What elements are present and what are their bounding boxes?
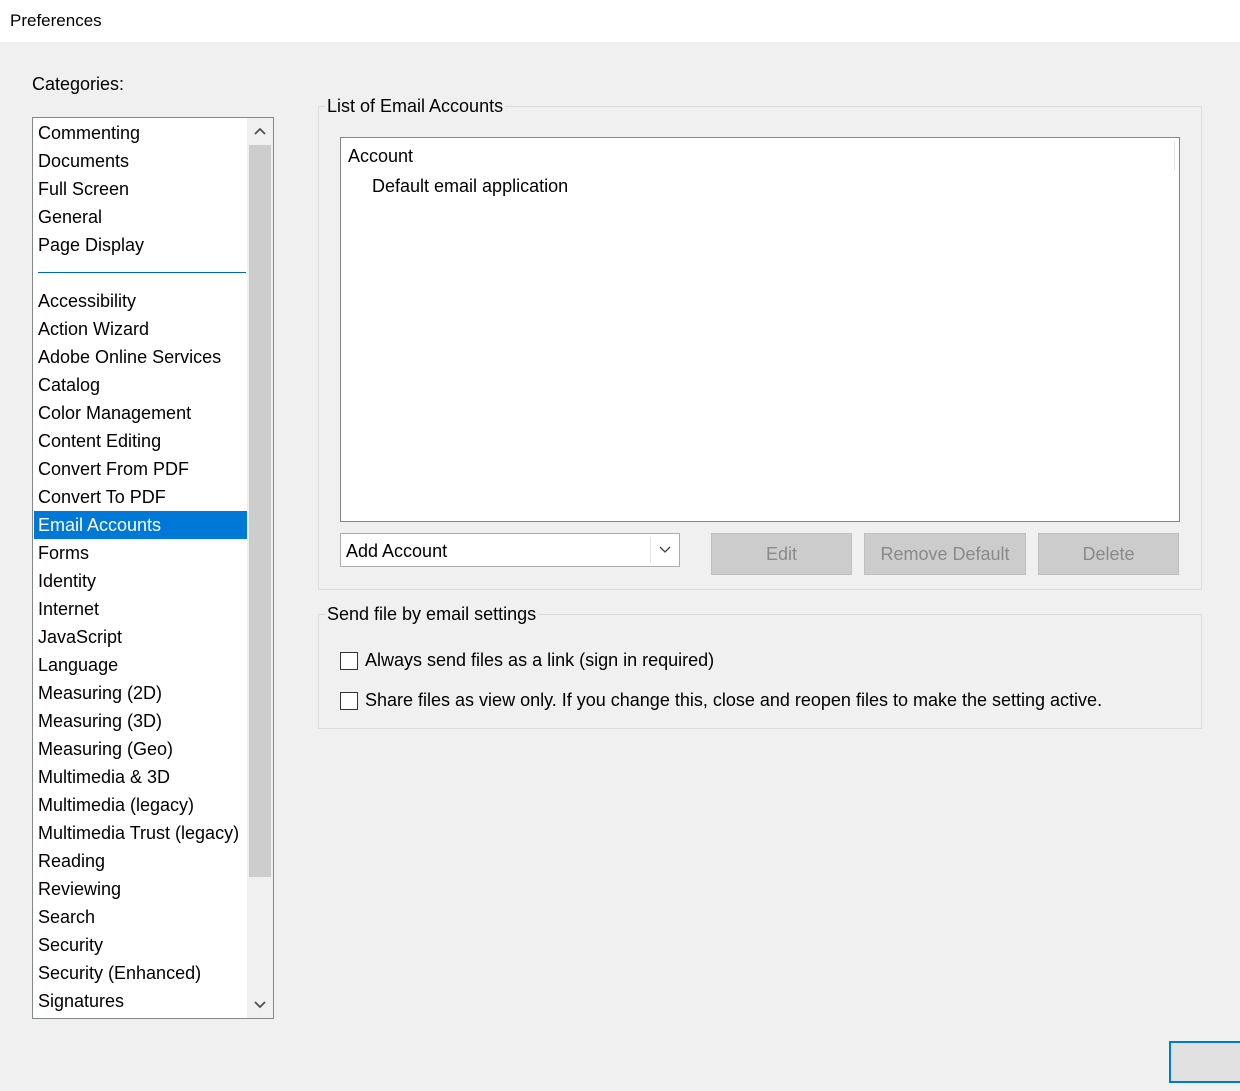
title-bar: Preferences	[0, 0, 1240, 42]
add-account-value: Add Account	[346, 541, 448, 561]
account-column-header[interactable]: Account	[348, 146, 413, 167]
send-settings-group	[318, 614, 1202, 729]
category-item[interactable]: Search	[34, 903, 249, 931]
category-item[interactable]: Commenting	[34, 119, 249, 147]
category-item[interactable]: Measuring (Geo)	[34, 735, 249, 763]
category-item[interactable]: Multimedia (legacy)	[34, 791, 249, 819]
view-only-checkbox[interactable]	[340, 691, 358, 710]
edit-button[interactable]: Edit	[711, 533, 852, 575]
categories-items: Commenting Documents Full Screen General Pag…	[34, 119, 249, 1015]
category-item[interactable]: Measuring (3D)	[34, 707, 249, 735]
always-link-checkbox[interactable]	[340, 651, 358, 670]
delete-button[interactable]: Delete	[1038, 533, 1179, 575]
view-only-label: Share files as view only. If you change …	[365, 690, 1103, 710]
category-item[interactable]: Email Accounts	[34, 511, 249, 539]
scroll-up-icon[interactable]	[247, 118, 273, 144]
always-link-label: Always send files as a link (sign in req…	[365, 650, 715, 670]
category-item[interactable]: Full Screen	[34, 175, 249, 203]
send-settings-group-title: Send file by email settings	[325, 604, 539, 625]
category-separator	[34, 259, 249, 287]
categories-list[interactable]: Commenting Documents Full Screen General Pag…	[32, 117, 274, 1019]
category-item[interactable]: Multimedia Trust (legacy)	[34, 819, 249, 847]
categories-scrollbar[interactable]	[247, 118, 273, 1018]
category-item[interactable]: Internet	[34, 595, 249, 623]
category-item[interactable]: General	[34, 203, 249, 231]
category-item[interactable]: Convert From PDF	[34, 455, 249, 483]
category-item[interactable]: Accessibility	[34, 287, 249, 315]
category-item[interactable]: Identity	[34, 567, 249, 595]
category-item[interactable]: Security	[34, 931, 249, 959]
category-item[interactable]: Documents	[34, 147, 249, 175]
category-item[interactable]: Security (Enhanced)	[34, 959, 249, 987]
category-item[interactable]: JavaScript	[34, 623, 249, 651]
remove-default-button[interactable]: Remove Default	[864, 533, 1026, 575]
category-item[interactable]: Signatures	[34, 987, 249, 1015]
account-row[interactable]: Default email application	[372, 176, 568, 197]
category-item[interactable]: Action Wizard	[34, 315, 249, 343]
view-only-option[interactable]: Share files as view only. If you change …	[340, 690, 1102, 711]
category-item[interactable]: Reviewing	[34, 875, 249, 903]
scroll-down-icon[interactable]	[247, 992, 273, 1018]
category-item[interactable]: Content Editing	[34, 427, 249, 455]
scroll-thumb[interactable]	[249, 145, 271, 877]
window-title: Preferences	[10, 11, 102, 30]
category-item[interactable]: Reading	[34, 847, 249, 875]
category-item[interactable]: Measuring (2D)	[34, 679, 249, 707]
email-accounts-list[interactable]: Account Default email application	[340, 137, 1180, 522]
category-item[interactable]: Color Management	[34, 399, 249, 427]
add-account-select[interactable]: Add Account	[340, 533, 680, 567]
column-divider	[1174, 142, 1175, 170]
chevron-down-icon[interactable]	[651, 534, 679, 566]
always-link-option[interactable]: Always send files as a link (sign in req…	[340, 650, 714, 671]
ok-button[interactable]	[1169, 1041, 1240, 1083]
category-item[interactable]: Catalog	[34, 371, 249, 399]
category-item[interactable]: Multimedia & 3D	[34, 763, 249, 791]
category-item[interactable]: Forms	[34, 539, 249, 567]
category-item[interactable]: Page Display	[34, 231, 249, 259]
categories-label: Categories:	[32, 74, 125, 94]
category-item[interactable]: Adobe Online Services	[34, 343, 249, 371]
category-item[interactable]: Language	[34, 651, 249, 679]
category-item[interactable]: Convert To PDF	[34, 483, 249, 511]
email-accounts-group-title: List of Email Accounts	[325, 96, 506, 117]
